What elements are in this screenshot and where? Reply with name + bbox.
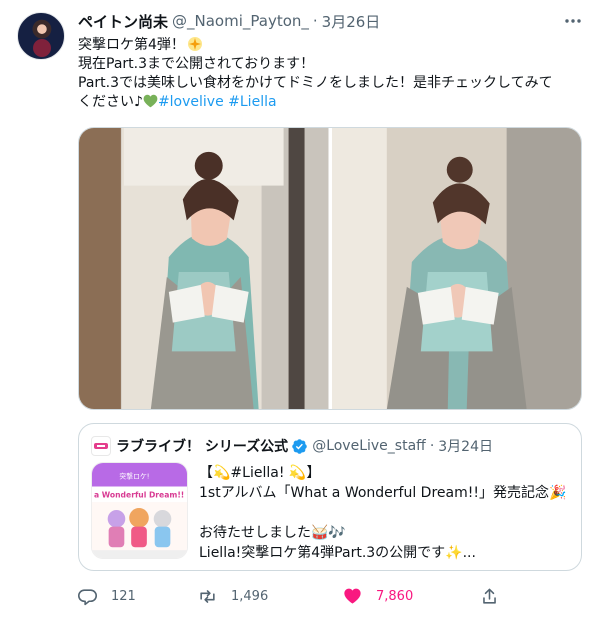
quoted-author-avatar[interactable] [91,436,111,456]
tweet-media [78,127,582,410]
quoted-line-1: 【💫#Liella! 💫】 [199,465,321,481]
tweet-header: ペイトン尚未 @_Naomi_Payton_ · 3月26日 [78,10,380,32]
tweet-line-1: 突撃ロケ第4弾！ [78,37,185,53]
green-heart-icon [143,94,158,108]
author-name[interactable]: ペイトン尚未 [78,11,168,32]
quoted-line-2: 1stアルバム「What a Wonderful Dream!!」発売記念🎉 [199,485,567,501]
reply-button[interactable]: 121 [78,582,136,610]
dizzy-star-icon [187,37,202,51]
quoted-line-5: Liella!突撃ロケ第4弾Part.3の公開です✨... [199,545,476,561]
like-count: 7,860 [376,588,414,604]
header-separator: · [312,12,318,30]
reply-icon [78,588,97,605]
photo-2[interactable] [331,128,581,409]
quoted-tweet-header: ラブライブ！ シリーズ公式 @LoveLive_staff · 3月24日 [91,436,493,456]
tweet-line-2: 現在Part.3まで公開されております！ [78,56,315,72]
retweet-count: 1,496 [231,588,269,604]
heart-icon [344,588,361,604]
thumbnail-title-text: a Wonderful Dream!! [94,490,184,499]
quoted-tweet-date[interactable]: 3月24日 [438,436,493,456]
more-options-icon[interactable] [564,12,582,30]
share-icon [483,588,496,604]
reply-count: 121 [111,588,136,604]
tweet-date[interactable]: 3月26日 [322,11,381,32]
author-handle[interactable]: @_Naomi_Payton_ [172,12,309,30]
quoted-tweet-text: 【💫#Liella! 💫】 1stアルバム「What a Wonderful D… [199,463,573,563]
hashtag-lovelive[interactable]: #lovelive [158,94,224,110]
quoted-author-handle[interactable]: @LoveLive_staff [312,438,426,454]
quoted-header-separator: · [429,438,435,454]
retweet-icon [200,589,215,603]
thumbnail-top-text: 突撃ロケ! [119,472,149,481]
quoted-author-name[interactable]: ラブライブ！ シリーズ公式 [116,436,288,456]
tweet-text: 突撃ロケ第4弾！ 現在Part.3まで公開されております！ Part.3では美味… [78,36,583,112]
tweet-line-4-prefix: ください♪ [78,94,143,110]
quoted-line-4: お待たせしました🥁🎶 [199,525,346,541]
author-avatar[interactable] [17,12,65,60]
share-button[interactable] [480,582,499,610]
like-button[interactable]: 7,860 [343,582,413,610]
photo-1[interactable] [79,128,329,409]
quoted-tweet[interactable]: ラブライブ！ シリーズ公式 @LoveLive_staff · 3月24日 突撃… [78,423,582,571]
tweet-actions: 121 1,496 7,860 [78,582,518,610]
tweet-line-3: Part.3では美味しい食材をかけてドミノをしました！是非チェックしてみて [78,75,553,91]
hashtag-liella[interactable]: #Liella [228,94,276,110]
verified-badge-icon [292,438,307,454]
quoted-tweet-thumbnail[interactable]: 突撃ロケ! a Wonderful Dream!! [91,462,188,559]
retweet-button[interactable]: 1,496 [198,582,268,610]
